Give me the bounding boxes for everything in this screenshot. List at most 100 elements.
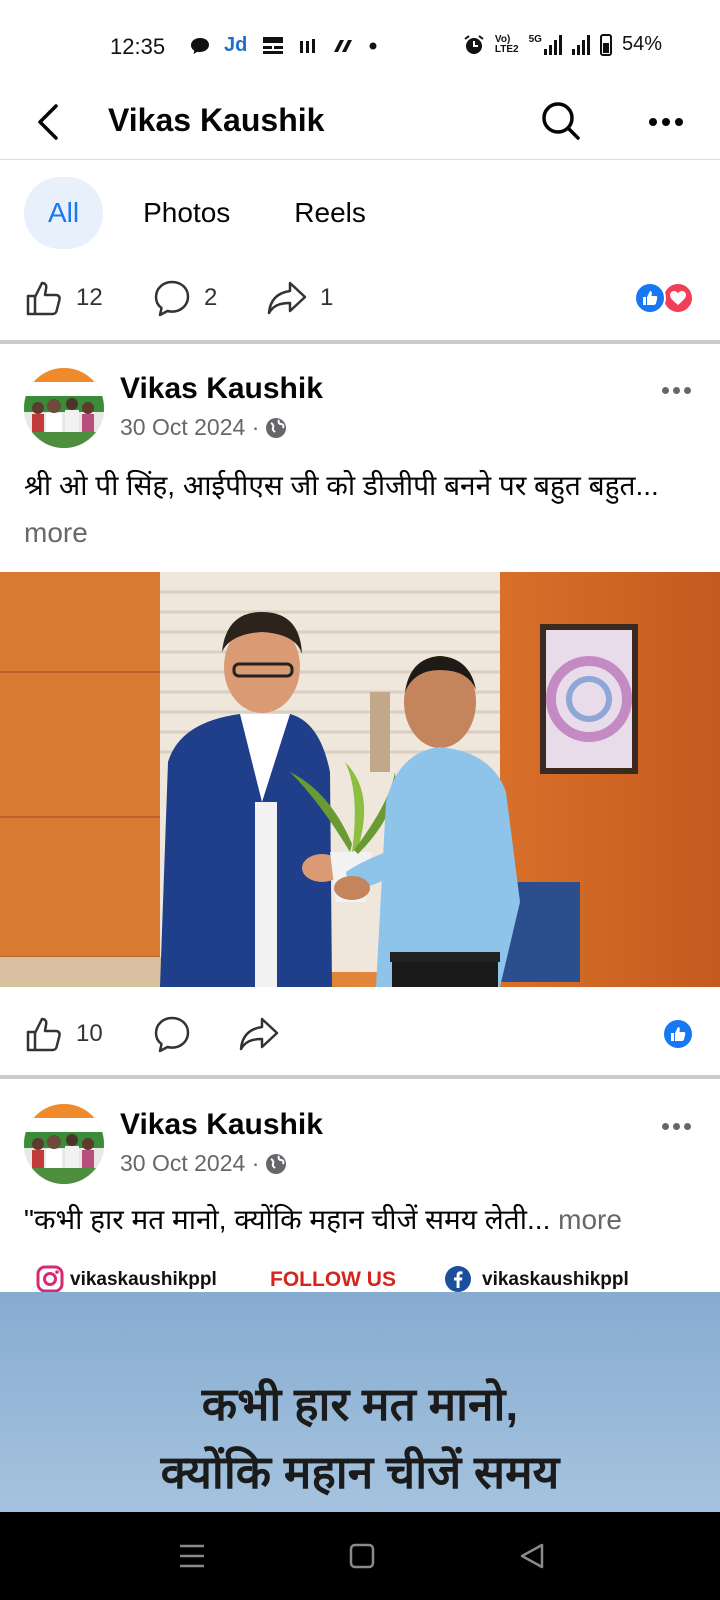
post-divider [0, 1075, 720, 1079]
like-button[interactable]: 10 [24, 1014, 103, 1054]
comment-button[interactable]: 2 [152, 278, 217, 318]
avatar-photo [24, 368, 104, 448]
more-dot-icon [672, 386, 680, 394]
quote-poster[interactable]: कभी हार मत मानो, क्योंकि महान चीजें समय [0, 1292, 720, 1512]
alarm-icon [464, 34, 484, 54]
post-photo[interactable] [0, 572, 720, 987]
signal-bars-2-icon [571, 34, 590, 55]
share-icon [239, 1017, 279, 1051]
like-count: 10 [76, 1020, 103, 1047]
signal-bars-icon [543, 34, 562, 55]
avatar[interactable] [24, 1104, 104, 1184]
author-name[interactable]: Vikas Kaushik [120, 372, 323, 406]
tab-all[interactable]: All [24, 177, 104, 249]
chat-notification-icon [191, 37, 209, 54]
more-dot-icon [683, 1122, 691, 1130]
app-notification-icon [334, 39, 353, 52]
like-reaction-icon [634, 282, 666, 314]
post-caption: "कभी हार मत मानो, क्योंकि महान चीजें समय… [24, 1204, 551, 1235]
home-button[interactable] [342, 1540, 382, 1572]
more-dot-icon [683, 386, 691, 394]
filter-tabs: All Photos Reels [24, 176, 406, 250]
previous-post-actions: 12 2 1 [0, 266, 720, 330]
instagram-icon [36, 1265, 64, 1293]
more-dot-icon [661, 1122, 669, 1130]
avatar[interactable] [24, 368, 104, 448]
globe-icon [266, 1153, 287, 1174]
instagram-handle: vikaskaushikppl [70, 1269, 217, 1290]
post-options-button[interactable] [654, 1116, 698, 1136]
see-more-link[interactable]: more [24, 517, 88, 548]
share-button[interactable]: 1 [266, 278, 333, 318]
like-button[interactable]: 12 [24, 278, 103, 318]
post-image [0, 572, 720, 987]
share-icon [267, 281, 307, 315]
facebook-icon [445, 1266, 471, 1292]
follow-us-label: FOLLOW US [270, 1268, 396, 1291]
battery-icon [599, 33, 612, 56]
reaction-summary[interactable] [662, 1018, 694, 1050]
more-options-button[interactable] [644, 100, 688, 144]
search-button[interactable] [538, 98, 584, 144]
post-meta: 30 Oct 2024 · [120, 414, 287, 441]
home-square-icon [349, 1543, 375, 1569]
poster-line-2: क्योंकि महान चीजें समय [160, 1446, 560, 1498]
status-bar: 12:35 Jd Vo) LTE2 5G 54% [0, 0, 720, 86]
poster-line-1: कभी हार मत मानो, [201, 1378, 519, 1430]
post-caption: श्री ओ पी सिंह, आईपीएस जी को डीजीपी बनने… [24, 470, 659, 501]
avatar-photo [24, 1104, 104, 1184]
volte-indicator: Vo) LTE2 [494, 33, 519, 55]
recent-apps-button[interactable] [172, 1540, 212, 1572]
post-date[interactable]: 30 Oct 2024 · [120, 414, 259, 441]
top-app-bar: Vikas Kaushik [0, 86, 720, 160]
facebook-handle: vikaskaushikppl [482, 1269, 629, 1290]
comment-icon [154, 280, 190, 317]
like-reaction-icon [662, 1018, 694, 1050]
post-text[interactable]: श्री ओ पी सिंह, आईपीएस जी को डीजीपी बनने… [24, 462, 696, 556]
page-title: Vikas Kaushik [108, 102, 325, 138]
post-actions: 10 [0, 1002, 720, 1066]
globe-icon [266, 417, 287, 438]
post-meta: 30 Oct 2024 · [120, 1150, 287, 1177]
love-reaction-icon [662, 282, 694, 314]
post-date[interactable]: 30 Oct 2024 · [120, 1150, 259, 1177]
thumbs-up-icon [26, 1017, 61, 1052]
more-dot-icon [672, 1122, 680, 1130]
status-time: 12:35 [110, 34, 166, 59]
dot-icon [369, 42, 377, 49]
reaction-summary[interactable] [634, 282, 694, 314]
post-header: Vikas Kaushik 30 Oct 2024 · [0, 368, 720, 458]
more-dot-icon [662, 118, 670, 126]
jd-notification-icon: Jd [224, 34, 248, 56]
back-button[interactable] [32, 100, 72, 144]
news-notification-icon [263, 36, 284, 54]
back-triangle-icon [520, 1543, 544, 1569]
post-text[interactable]: "कभी हार मत मानो, क्योंकि महान चीजें समय… [24, 1196, 696, 1243]
share-button[interactable] [238, 1014, 280, 1054]
comment-icon [154, 1016, 190, 1053]
back-arrow-icon [38, 104, 58, 140]
menu-icon [180, 1544, 204, 1568]
thumbs-up-icon [26, 281, 61, 316]
tab-reels[interactable]: Reels [270, 177, 390, 249]
search-icon [542, 102, 580, 140]
comment-count: 2 [204, 284, 218, 311]
more-dot-icon [675, 118, 683, 126]
post-divider [0, 340, 720, 344]
more-dot-icon [661, 386, 669, 394]
system-back-button[interactable] [512, 1540, 552, 1572]
post-header: Vikas Kaushik 30 Oct 2024 · [0, 1104, 720, 1194]
comment-button[interactable] [152, 1014, 192, 1054]
more-dot-icon [649, 118, 657, 126]
battery-percent: 54% [621, 33, 662, 55]
system-status: Vo) LTE2 5G 54% [463, 33, 662, 56]
system-navigation-bar [0, 1512, 720, 1600]
signal-5g: 5G [529, 34, 562, 55]
bars-notification-icon [300, 38, 316, 53]
like-count: 12 [76, 284, 103, 311]
post-options-button[interactable] [654, 380, 698, 400]
author-name[interactable]: Vikas Kaushik [120, 1108, 323, 1142]
see-more-link[interactable]: more [558, 1204, 622, 1235]
tab-photos[interactable]: Photos [119, 177, 254, 249]
share-count: 1 [320, 284, 334, 311]
